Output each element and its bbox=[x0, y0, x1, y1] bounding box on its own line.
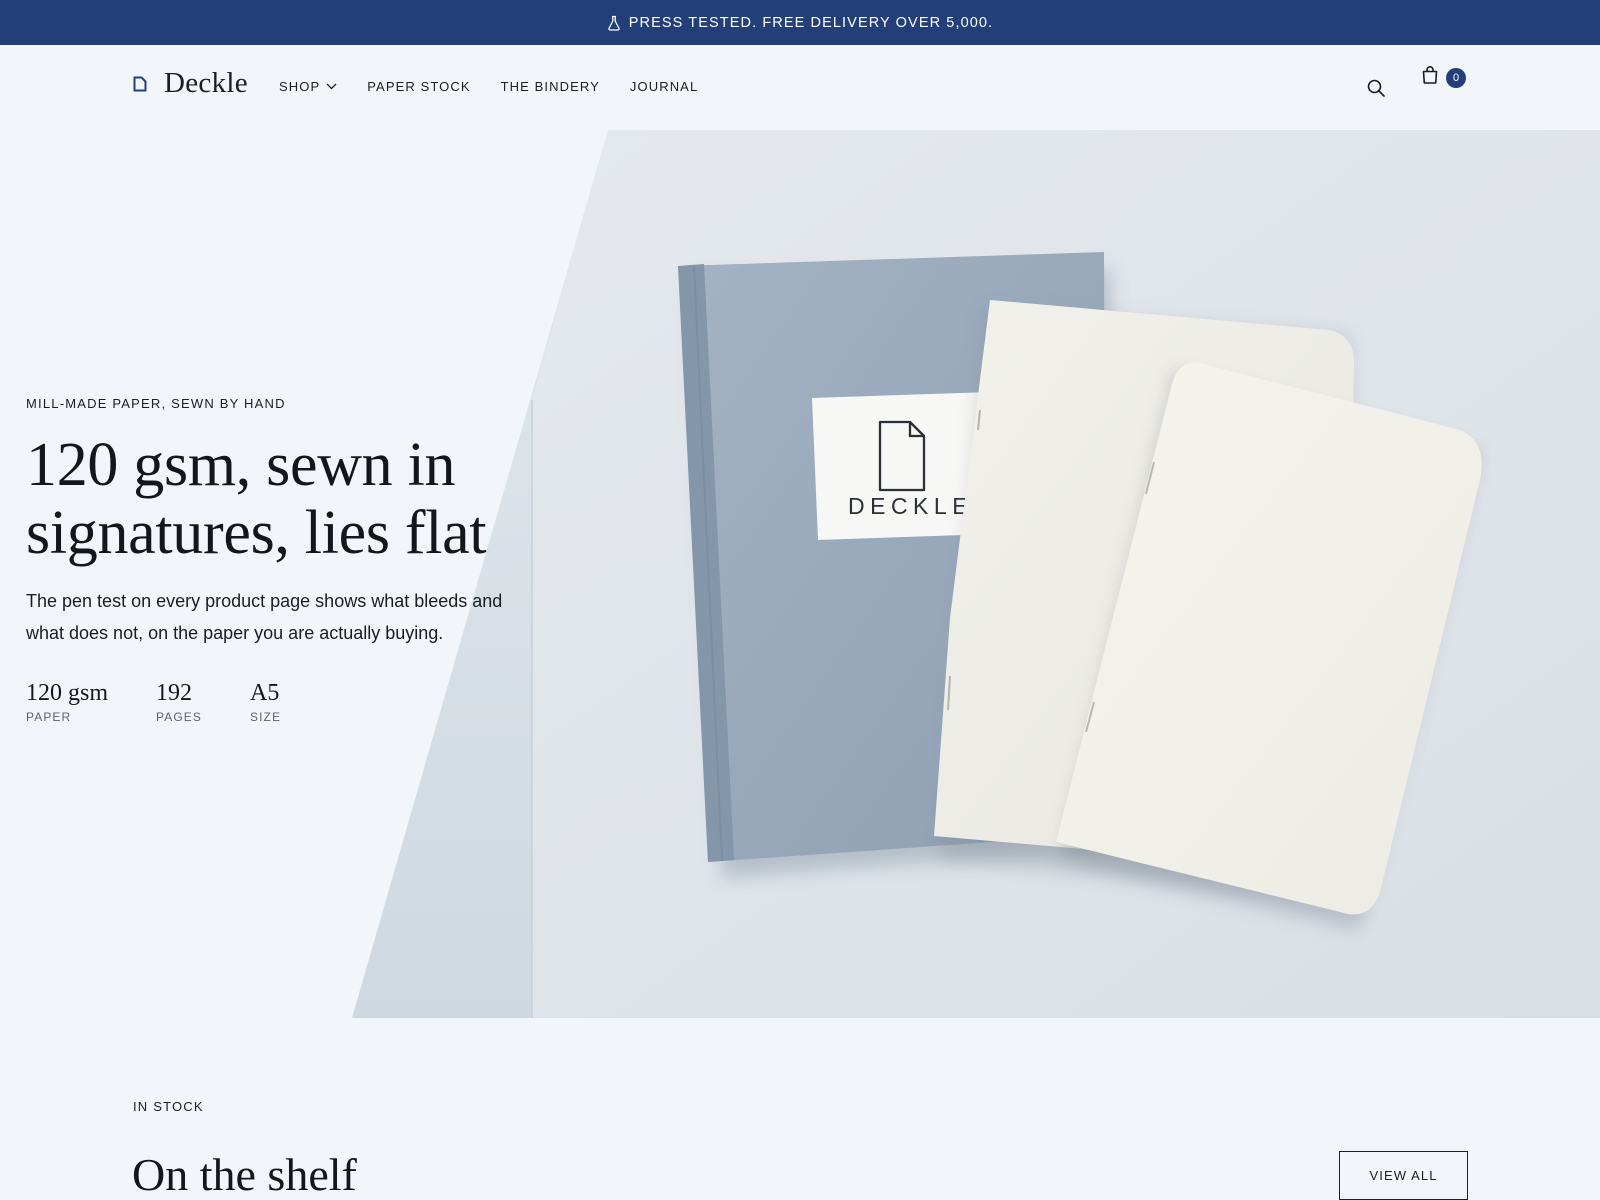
nav-item-label: SHOP bbox=[279, 79, 321, 94]
cart-button[interactable]: 0 bbox=[1420, 65, 1470, 91]
logo[interactable]: Deckle bbox=[133, 67, 248, 100]
nav-item-label: PAPER STOCK bbox=[367, 79, 471, 94]
announcement-bar: PRESS TESTED. FREE DELIVERY OVER 5,000. bbox=[0, 0, 1600, 45]
spec-pages: 192 PAGES bbox=[156, 679, 202, 724]
spec-value: A5 bbox=[249, 680, 280, 706]
cart-count-badge: 0 bbox=[1446, 68, 1466, 88]
site-header: Deckle SHOP PAPER STOCK THE BINDERY JOUR… bbox=[0, 45, 1600, 130]
spec-label: SIZE bbox=[249, 710, 282, 724]
spec-label: PAGES bbox=[156, 710, 202, 724]
spec-value: 192 bbox=[156, 680, 193, 706]
announcement-text: PRESS TESTED. FREE DELIVERY OVER 5,000. bbox=[628, 14, 994, 31]
nav-item-the-bindery[interactable]: THE BINDERY bbox=[501, 79, 600, 94]
flask-icon bbox=[607, 15, 620, 31]
shelf-title: On the shelf bbox=[132, 1149, 357, 1200]
hero-eyebrow: MILL-MADE PAPER, SEWN BY HAND bbox=[26, 396, 286, 411]
search-button[interactable] bbox=[1366, 78, 1386, 98]
page-icon bbox=[133, 76, 147, 91]
spec-value: 120 gsm bbox=[26, 680, 109, 706]
nav-item-paper-stock[interactable]: PAPER STOCK bbox=[367, 79, 470, 94]
cover-label-text: DECKLE bbox=[848, 493, 973, 519]
hero-copy: MILL-MADE PAPER, SEWN BY HAND 120 gsm, s… bbox=[26, 396, 546, 724]
search-icon bbox=[1367, 79, 1385, 97]
nav-item-journal[interactable]: JOURNAL bbox=[630, 79, 698, 94]
hero-lede: The pen test on every product page shows… bbox=[26, 591, 503, 643]
spec-label: PAPER bbox=[26, 710, 72, 724]
chevron-down-icon bbox=[326, 83, 337, 90]
spec-paper: 120 gsm PAPER bbox=[26, 679, 108, 724]
nav-item-label: JOURNAL bbox=[629, 79, 699, 94]
spec-size: A5 SIZE bbox=[250, 679, 281, 724]
logo-text: Deckle bbox=[164, 67, 248, 99]
nav-item-label: THE BINDERY bbox=[500, 79, 600, 94]
product-specs: 120 gsm PAPER 192 PAGES A5 SIZE bbox=[26, 679, 546, 724]
main-nav: SHOP PAPER STOCK THE BINDERY JOURNAL bbox=[279, 79, 698, 94]
shopping-bag-icon bbox=[1422, 66, 1438, 84]
view-all-button[interactable]: VIEW ALL bbox=[1339, 1151, 1468, 1200]
hero-headline: 120 gsm, sewn in signatures, lies flat bbox=[26, 431, 487, 567]
nav-item-shop[interactable]: SHOP bbox=[279, 79, 337, 94]
shelf-eyebrow: IN STOCK bbox=[133, 1099, 204, 1114]
